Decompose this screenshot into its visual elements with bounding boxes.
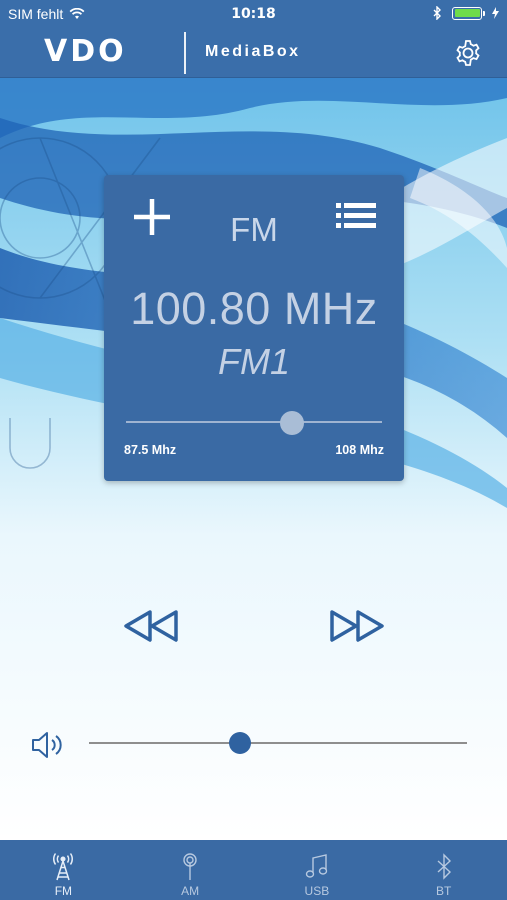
app-header: VDO MediaBox [0, 28, 507, 78]
tab-fm[interactable]: FM [0, 840, 127, 900]
volume-slider-track [89, 742, 467, 744]
fast-forward-icon[interactable] [328, 608, 386, 644]
speaker-icon[interactable] [30, 730, 64, 760]
tab-label-fm: FM [54, 884, 73, 898]
volume-slider[interactable] [89, 731, 467, 755]
status-bar: SIM fehlt 10:18 [0, 0, 507, 28]
tab-label-am: AM [181, 884, 200, 898]
clock: 10:18 [231, 6, 276, 22]
bottom-tab-bar: FM AM USB BT [0, 840, 507, 900]
frequency-display: 100.80 MHz [130, 283, 378, 334]
tuner-panel: FM 100.80 MHz FM1 87.5 Mhz 108 Mhz [104, 175, 404, 481]
preset-label: FM1 [218, 341, 290, 382]
status-right [433, 6, 499, 20]
brand-logo: VDO [44, 34, 127, 69]
gear-icon[interactable] [453, 38, 483, 68]
product-title: MediaBox [205, 43, 301, 60]
frequency-slider-track [126, 421, 382, 423]
battery-indicator [452, 6, 485, 20]
tab-am[interactable]: AM [127, 840, 254, 900]
tab-label-usb: USB [304, 884, 330, 898]
tab-bt[interactable]: BT [380, 840, 507, 900]
fm-tower-icon [53, 853, 74, 881]
frequency-slider-thumb[interactable] [280, 411, 305, 435]
volume-slider-thumb[interactable] [229, 732, 252, 754]
tab-usb[interactable]: USB [254, 840, 381, 900]
header-divider [184, 32, 186, 74]
music-note-icon [305, 854, 328, 878]
tab-label-bt: BT [435, 884, 452, 898]
am-antenna-icon [183, 853, 197, 880]
rewind-icon[interactable] [122, 608, 180, 644]
range-max-label: 108 Mhz [335, 443, 384, 457]
bluetooth-icon [433, 6, 441, 20]
bluetooth-icon [437, 853, 451, 880]
band-label: FM [230, 211, 278, 248]
battery-fill [454, 9, 480, 17]
charging-icon [492, 7, 499, 19]
frequency-slider[interactable] [126, 411, 382, 435]
range-min-label: 87.5 Mhz [124, 443, 177, 457]
